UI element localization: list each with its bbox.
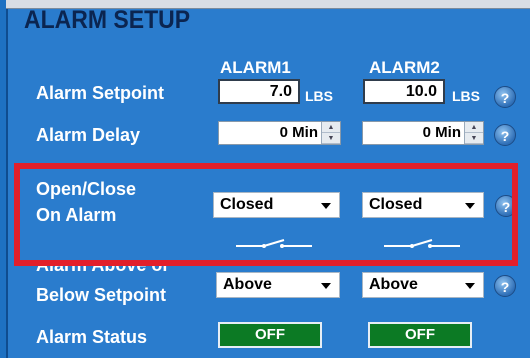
alarm2-above-below-select[interactable]: Above: [362, 272, 484, 298]
alarm-setpoint-label: Alarm Setpoint: [36, 83, 165, 103]
alarm1-setpoint-unit: LBS: [305, 88, 333, 104]
alarm2-delay-stepper[interactable]: ▲ ▼: [464, 122, 483, 144]
alarm1-above-below-value: Above: [223, 276, 272, 293]
alarm1-delay-value: 0 Min: [279, 124, 318, 141]
alarm2-delay-value: 0 Min: [422, 124, 461, 141]
alarm1-delay-spinner[interactable]: 0 Min ▲ ▼: [218, 121, 341, 145]
above-below-label-line1: Alarm Above or: [36, 266, 169, 276]
above-below-label-line2: Below Setpoint: [36, 285, 166, 305]
alarm1-column-header: ALARM1: [220, 58, 291, 77]
alarm2-setpoint-input[interactable]: 10.0: [363, 79, 445, 104]
spin-down-icon[interactable]: ▼: [322, 133, 340, 144]
alarm2-above-below-value: Above: [369, 276, 418, 293]
chevron-down-icon: [321, 283, 331, 289]
alarm2-setpoint-unit: LBS: [452, 88, 480, 104]
alarm1-status-indicator: OFF: [218, 322, 322, 348]
alarm-status-label: Alarm Status: [36, 327, 148, 347]
alarm-delay-label: Alarm Delay: [36, 125, 141, 145]
panel-title: ALARM SETUP: [24, 6, 191, 34]
spin-up-icon[interactable]: ▲: [465, 122, 483, 133]
above-below-label-line1-text: Alarm Above or: [36, 266, 169, 275]
alarm1-delay-stepper[interactable]: ▲ ▼: [321, 122, 340, 144]
setpoint-help-icon[interactable]: ?: [494, 86, 516, 108]
spin-down-icon[interactable]: ▼: [465, 133, 483, 144]
alarm1-setpoint-input[interactable]: 7.0: [218, 79, 300, 104]
alarm2-column-header: ALARM2: [369, 58, 440, 77]
alarm1-above-below-select[interactable]: Above: [216, 272, 340, 298]
highlight-box: [14, 163, 518, 266]
alarm2-delay-spinner[interactable]: 0 Min ▲ ▼: [362, 121, 484, 145]
spin-up-icon[interactable]: ▲: [322, 122, 340, 133]
chevron-down-icon: [465, 283, 475, 289]
alarm2-status-indicator: OFF: [368, 322, 472, 348]
above-below-help-icon[interactable]: ?: [494, 275, 516, 297]
delay-help-icon[interactable]: ?: [494, 124, 516, 146]
